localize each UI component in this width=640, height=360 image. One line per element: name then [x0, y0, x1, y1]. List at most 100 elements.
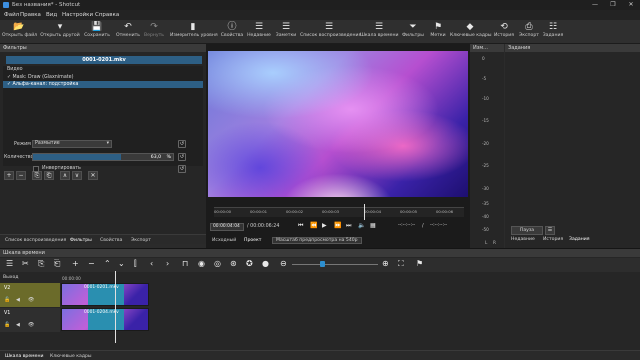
zoom-slider[interactable]	[292, 264, 378, 265]
minimize-button[interactable]: —	[586, 0, 604, 10]
scrub-icon[interactable]: ◉	[198, 259, 205, 268]
split-icon[interactable]: ⫿	[134, 259, 137, 269]
filter-item-mask-draw[interactable]: ✓ Mask: Draw (Glaxnimate)	[3, 74, 203, 81]
tab-source[interactable]: Исходный	[212, 238, 236, 243]
ripple-markers-icon[interactable]: ✪	[246, 259, 253, 268]
preview-scale-button[interactable]: Масштаб предпросмотра на 540p	[272, 237, 362, 244]
add-filter-button[interactable]: +	[4, 171, 14, 180]
zoom-fit-icon[interactable]: ⛶	[398, 259, 404, 269]
markers-button[interactable]: ⚑ Метки	[428, 21, 448, 43]
menu-view[interactable]: Вид	[46, 12, 57, 18]
player-playhead[interactable]	[364, 204, 365, 220]
tab-timeline[interactable]: Шкала времени	[5, 354, 43, 359]
redo-button[interactable]: ↷ Вернуть	[142, 21, 166, 43]
skip-next-icon[interactable]: ⏭	[346, 222, 351, 230]
export-button[interactable]: ⎙ Экспорт	[518, 21, 540, 43]
jobs-menu-icon[interactable]: ☰	[545, 226, 555, 235]
reset-mode-icon[interactable]: ↺	[178, 140, 186, 148]
tab-export[interactable]: Экспорт	[131, 238, 151, 243]
play-icon[interactable]: ▶	[322, 222, 327, 229]
player-ruler[interactable]: 00:00:00 00:00:01 00:00:02 00:00:03 00:0…	[214, 207, 464, 217]
position-timecode[interactable]: 00:00:04:04	[210, 223, 244, 231]
open-file-button[interactable]: 📂 Открыть файл	[2, 21, 37, 43]
move-filter-up-button[interactable]: ∧	[60, 171, 70, 180]
recent-button[interactable]: ☰ Недавние	[246, 21, 272, 43]
in-point-timecode[interactable]: --:--:--:--	[396, 223, 420, 231]
menu-edit[interactable]: Правка	[20, 12, 41, 18]
lock-icon[interactable]: 🔓	[4, 297, 10, 303]
timeline-playhead[interactable]	[115, 271, 116, 343]
mute-icon[interactable]: ◀	[16, 322, 20, 328]
copy-icon[interactable]: ⎘	[38, 259, 44, 269]
tab-playlist[interactable]: Список воспроизведения	[5, 238, 66, 243]
filter-item-alpha-adjust[interactable]: ✓ Альфа-канал: подстройка	[3, 81, 203, 88]
menu-help[interactable]: Справка	[95, 12, 119, 18]
previous-icon[interactable]: ‹	[150, 259, 153, 268]
video-preview[interactable]	[208, 51, 468, 197]
volume-icon[interactable]: 🔈	[358, 222, 365, 229]
markers-icon[interactable]: ⚑	[416, 259, 423, 268]
audio-meter-button[interactable]: ▮ Измеритель уровня	[170, 21, 218, 43]
zoom-out-icon[interactable]: ⊖	[280, 259, 287, 268]
reset-invert-icon[interactable]: ↺	[178, 165, 186, 173]
eye-icon[interactable]: 👁	[28, 322, 34, 328]
overwrite-icon[interactable]: ⌄	[118, 259, 125, 268]
menu-settings[interactable]: Настройки	[62, 12, 93, 18]
remove-filter-button[interactable]: −	[16, 171, 26, 180]
ripple-icon[interactable]: ◎	[214, 259, 221, 268]
track-header-v2[interactable]: V2 🔓 ◀ 👁	[0, 283, 60, 307]
fast-forward-icon[interactable]: ⏩	[334, 222, 341, 229]
tab-jobs[interactable]: Задания	[569, 237, 590, 242]
playlist-button[interactable]: ☰ Список воспроизведения	[300, 21, 361, 43]
copy-filter-button[interactable]: ⎘	[32, 171, 42, 180]
menu-file[interactable]: Файл	[4, 12, 19, 18]
cut-icon[interactable]: ✂	[22, 259, 29, 268]
amount-slider[interactable]: 63,0 %	[32, 153, 174, 161]
snap-icon[interactable]: ⊓	[182, 259, 188, 268]
notes-button[interactable]: ☰ Заметки	[274, 21, 298, 43]
tab-history[interactable]: История	[543, 237, 563, 242]
paste-icon[interactable]: ⎗	[54, 259, 60, 269]
timeline-clip[interactable]: 0001-0201.mkv	[61, 283, 149, 306]
zoom-in-icon[interactable]: ⊕	[382, 259, 389, 268]
save-button[interactable]: 💾 Сохранить	[82, 21, 112, 43]
move-filter-down-button[interactable]: ∨	[72, 171, 82, 180]
paste-filter-button[interactable]: ⎗	[44, 171, 54, 180]
tab-filters[interactable]: Фильтры	[70, 238, 92, 243]
timeline-menu-icon[interactable]: ☰	[6, 259, 13, 268]
invert-checkbox[interactable]	[33, 166, 39, 172]
grid-icon[interactable]: ▦	[370, 222, 376, 229]
mute-icon[interactable]: ◀	[16, 297, 20, 303]
ripple-all-icon[interactable]: ⊛	[230, 259, 237, 268]
record-icon[interactable]: ●	[262, 259, 269, 268]
tab-recent[interactable]: Недавние	[511, 237, 535, 242]
append-icon[interactable]: +	[72, 259, 79, 268]
track-header-v1[interactable]: V1 🔓 ◀ 👁	[0, 308, 60, 332]
deselect-filter-button[interactable]: ✕	[88, 171, 98, 180]
properties-button[interactable]: ⓘ Свойства	[220, 21, 244, 43]
pause-jobs-button[interactable]: Пауза	[511, 226, 543, 235]
lift-icon[interactable]: ⌃	[104, 259, 111, 268]
tab-project[interactable]: Проект	[244, 238, 261, 243]
keyframes-button[interactable]: ◆ Ключевые кадры	[450, 21, 492, 43]
tab-properties[interactable]: Свойства	[100, 238, 122, 243]
eye-icon[interactable]: 👁	[28, 297, 34, 303]
remove-icon[interactable]: −	[88, 259, 95, 268]
lock-icon[interactable]: 🔓	[4, 322, 10, 328]
tab-keyframes[interactable]: Ключевые кадры	[50, 354, 92, 359]
out-point-timecode[interactable]: --:--:--:--	[428, 223, 458, 231]
timeline-button[interactable]: ☰ Шкала времени	[360, 21, 398, 43]
maximize-button[interactable]: ❐	[604, 0, 622, 10]
zoom-slider-handle[interactable]	[320, 261, 325, 267]
timeline-clip[interactable]: 0001-0204.mkv	[61, 308, 149, 331]
undo-button[interactable]: ↶ Отменить	[114, 21, 142, 43]
close-button[interactable]: ✕	[622, 0, 640, 10]
jobs-button[interactable]: ☷ Задания	[542, 21, 564, 43]
skip-previous-icon[interactable]: ⏮	[298, 222, 303, 230]
reset-amount-icon[interactable]: ↺	[178, 153, 186, 161]
filters-button[interactable]: ⏷ Фильтры	[400, 21, 426, 43]
next-icon[interactable]: ›	[166, 259, 169, 268]
mode-select[interactable]: Размытие ▾	[32, 140, 112, 148]
open-other-button[interactable]: ▾ Открыть другой	[40, 21, 80, 43]
history-button[interactable]: ⟲ История	[492, 21, 516, 43]
